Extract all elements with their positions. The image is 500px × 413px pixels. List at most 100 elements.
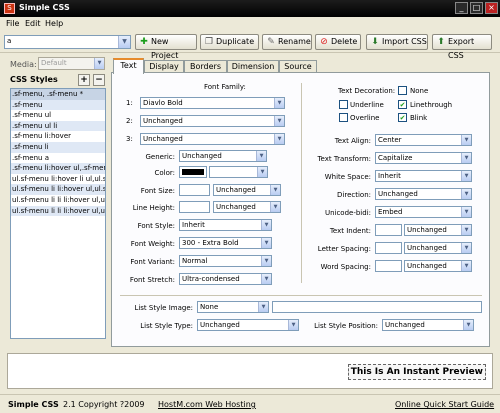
css-style-item[interactable]: ul.sf-menu li:hover li ul,ul.sf: [11, 174, 105, 185]
menu-edit[interactable]: Edit: [25, 19, 41, 28]
font-stretch-dropdown[interactable]: Ultra-condensed ▼: [179, 273, 272, 285]
chevron-down-icon[interactable]: ▼: [256, 151, 266, 161]
css-style-item[interactable]: .sf-menu: [11, 99, 105, 111]
css-style-item[interactable]: .sf-menu ul: [11, 110, 105, 121]
chevron-down-icon[interactable]: ▼: [270, 202, 280, 212]
list-style-position-dropdown[interactable]: Unchanged ▼: [382, 319, 474, 331]
font-family-3-dropdown[interactable]: Unchanged ▼: [140, 133, 285, 145]
chevron-down-icon[interactable]: ▼: [261, 220, 271, 230]
deco-blink-checkbox[interactable]: ✔: [398, 113, 407, 122]
chevron-down-icon[interactable]: ▼: [270, 185, 280, 195]
chevron-down-icon[interactable]: ▼: [258, 302, 268, 312]
css-style-item[interactable]: .sf-menu a: [11, 153, 105, 164]
font-family-1-dropdown[interactable]: Diavlo Bold ▼: [140, 97, 285, 109]
chevron-down-icon[interactable]: ▼: [463, 320, 473, 330]
color-swatch[interactable]: [179, 166, 207, 178]
menu-help[interactable]: Help: [45, 19, 63, 28]
chevron-down-icon[interactable]: ▼: [461, 135, 471, 145]
word-spacing-unit-dropdown[interactable]: Unchanged ▼: [404, 260, 472, 272]
font-style-dropdown[interactable]: Inherit ▼: [179, 219, 272, 231]
chevron-down-icon[interactable]: ▼: [94, 58, 104, 69]
menu-file[interactable]: File: [6, 19, 19, 28]
chevron-down-icon[interactable]: ▼: [461, 189, 471, 199]
chevron-down-icon[interactable]: ▼: [274, 98, 284, 108]
chevron-down-icon[interactable]: ▼: [288, 320, 298, 330]
chevron-down-icon[interactable]: ▼: [261, 238, 271, 248]
text-align-dropdown[interactable]: Center ▼: [375, 134, 472, 146]
generic-dropdown[interactable]: Unchanged ▼: [179, 150, 267, 162]
export-css-button[interactable]: ⬆ Export CSS: [432, 34, 492, 60]
media-dropdown[interactable]: Default ▼: [38, 57, 105, 70]
unicode-bidi-dropdown[interactable]: Embed ▼: [375, 206, 472, 218]
css-style-item[interactable]: .sf-menu li: [11, 141, 105, 153]
quick-start-guide-link[interactable]: Online Quick Start Guide: [395, 400, 494, 409]
new-project-button[interactable]: ✚ New Project: [135, 34, 197, 60]
app-icon: S: [4, 3, 15, 14]
rename-button[interactable]: ✎ Rename: [262, 34, 312, 50]
chevron-down-icon[interactable]: ▼: [461, 243, 471, 253]
font-family-2-dropdown[interactable]: Unchanged ▼: [140, 115, 285, 127]
text-transform-dropdown[interactable]: Capitalize ▼: [375, 152, 472, 164]
list-style-image-dropdown[interactable]: None ▼: [197, 301, 269, 313]
deco-none-checkbox[interactable]: [398, 86, 407, 95]
chevron-down-icon[interactable]: ▼: [274, 116, 284, 126]
line-height-unit-dropdown[interactable]: Unchanged ▼: [213, 201, 281, 213]
text-indent-input[interactable]: [375, 224, 402, 236]
font-size-value: Unchanged: [216, 186, 256, 194]
deco-underline-checkbox[interactable]: [339, 100, 348, 109]
css-styles-list[interactable]: .sf-menu, .sf-menu * .sf-menu .sf-menu ul.…: [10, 88, 106, 339]
font-size-unit-dropdown[interactable]: Unchanged ▼: [213, 184, 281, 196]
css-style-item[interactable]: ul.sf-menu li li:hover ul,ul.sf-m: [11, 184, 105, 195]
white-space-value: Inherit: [378, 172, 401, 180]
duplicate-button[interactable]: ❐ Duplicate: [200, 34, 259, 50]
css-style-item[interactable]: .sf-menu, .sf-menu *: [11, 89, 105, 100]
new-project-label: New Project: [151, 37, 179, 60]
word-spacing-input[interactable]: [375, 260, 402, 272]
css-style-item[interactable]: ul.sf-menu li li li:hover ul,ul.sf: [11, 195, 105, 206]
chevron-down-icon[interactable]: ▼: [461, 225, 471, 235]
deco-overline-checkbox[interactable]: [339, 113, 348, 122]
font-size-input[interactable]: [179, 184, 210, 196]
chevron-down-icon[interactable]: ▼: [461, 153, 471, 163]
preview-text: This Is An Instant Preview: [347, 364, 486, 380]
chevron-down-icon[interactable]: ▼: [257, 167, 267, 177]
css-style-item[interactable]: .sf-menu li:hover ul,.sf-menu: [11, 163, 105, 174]
remove-style-button[interactable]: −: [93, 74, 105, 86]
text-transform-label: Text Transform:: [317, 155, 371, 163]
close-button[interactable]: ×: [485, 2, 498, 14]
line-height-input[interactable]: [179, 201, 210, 213]
maximize-button[interactable]: □: [470, 2, 483, 14]
letter-spacing-input[interactable]: [375, 242, 402, 254]
font-weight-value: 300 - Extra Bold: [182, 239, 239, 247]
css-style-item[interactable]: .sf-menu li:hover: [11, 131, 105, 142]
chevron-down-icon[interactable]: ▼: [461, 207, 471, 217]
font-variant-dropdown[interactable]: Normal ▼: [179, 255, 272, 267]
direction-dropdown[interactable]: Unchanged ▼: [375, 188, 472, 200]
text-indent-unit-dropdown[interactable]: Unchanged ▼: [404, 224, 472, 236]
deco-linethrough-checkbox[interactable]: ✔: [398, 100, 407, 109]
chevron-down-icon[interactable]: ▼: [261, 274, 271, 284]
chevron-down-icon[interactable]: ▼: [274, 134, 284, 144]
css-style-item[interactable]: .sf-menu ul li: [11, 120, 105, 132]
list-style-type-dropdown[interactable]: Unchanged ▼: [197, 319, 299, 331]
color-dropdown[interactable]: ▼: [209, 166, 268, 178]
list-style-image-url-input[interactable]: [272, 301, 482, 313]
font-row-3-num: 3:: [126, 135, 133, 143]
font-weight-dropdown[interactable]: 300 - Extra Bold ▼: [179, 237, 272, 249]
font-style-label: Font Style:: [137, 222, 175, 230]
media-value: Default: [41, 59, 67, 67]
selector-dropdown[interactable]: a ▼: [4, 35, 131, 49]
letter-spacing-unit-dropdown[interactable]: Unchanged ▼: [404, 242, 472, 254]
delete-button[interactable]: ⊘ Delete: [315, 34, 361, 50]
chevron-down-icon[interactable]: ▼: [461, 261, 471, 271]
tab-text[interactable]: Text: [113, 58, 144, 74]
minimize-button[interactable]: _: [455, 2, 468, 14]
hosting-link[interactable]: HostM.com Web Hosting: [158, 400, 256, 409]
import-css-button[interactable]: ⬇ Import CSS: [366, 34, 428, 50]
chevron-down-icon[interactable]: ▼: [118, 36, 130, 48]
add-style-button[interactable]: +: [78, 74, 90, 86]
chevron-down-icon[interactable]: ▼: [461, 171, 471, 181]
white-space-dropdown[interactable]: Inherit ▼: [375, 170, 472, 182]
chevron-down-icon[interactable]: ▼: [261, 256, 271, 266]
css-style-item[interactable]: ul.sf-menu li li li:hover ul,ul.sf: [11, 205, 105, 217]
